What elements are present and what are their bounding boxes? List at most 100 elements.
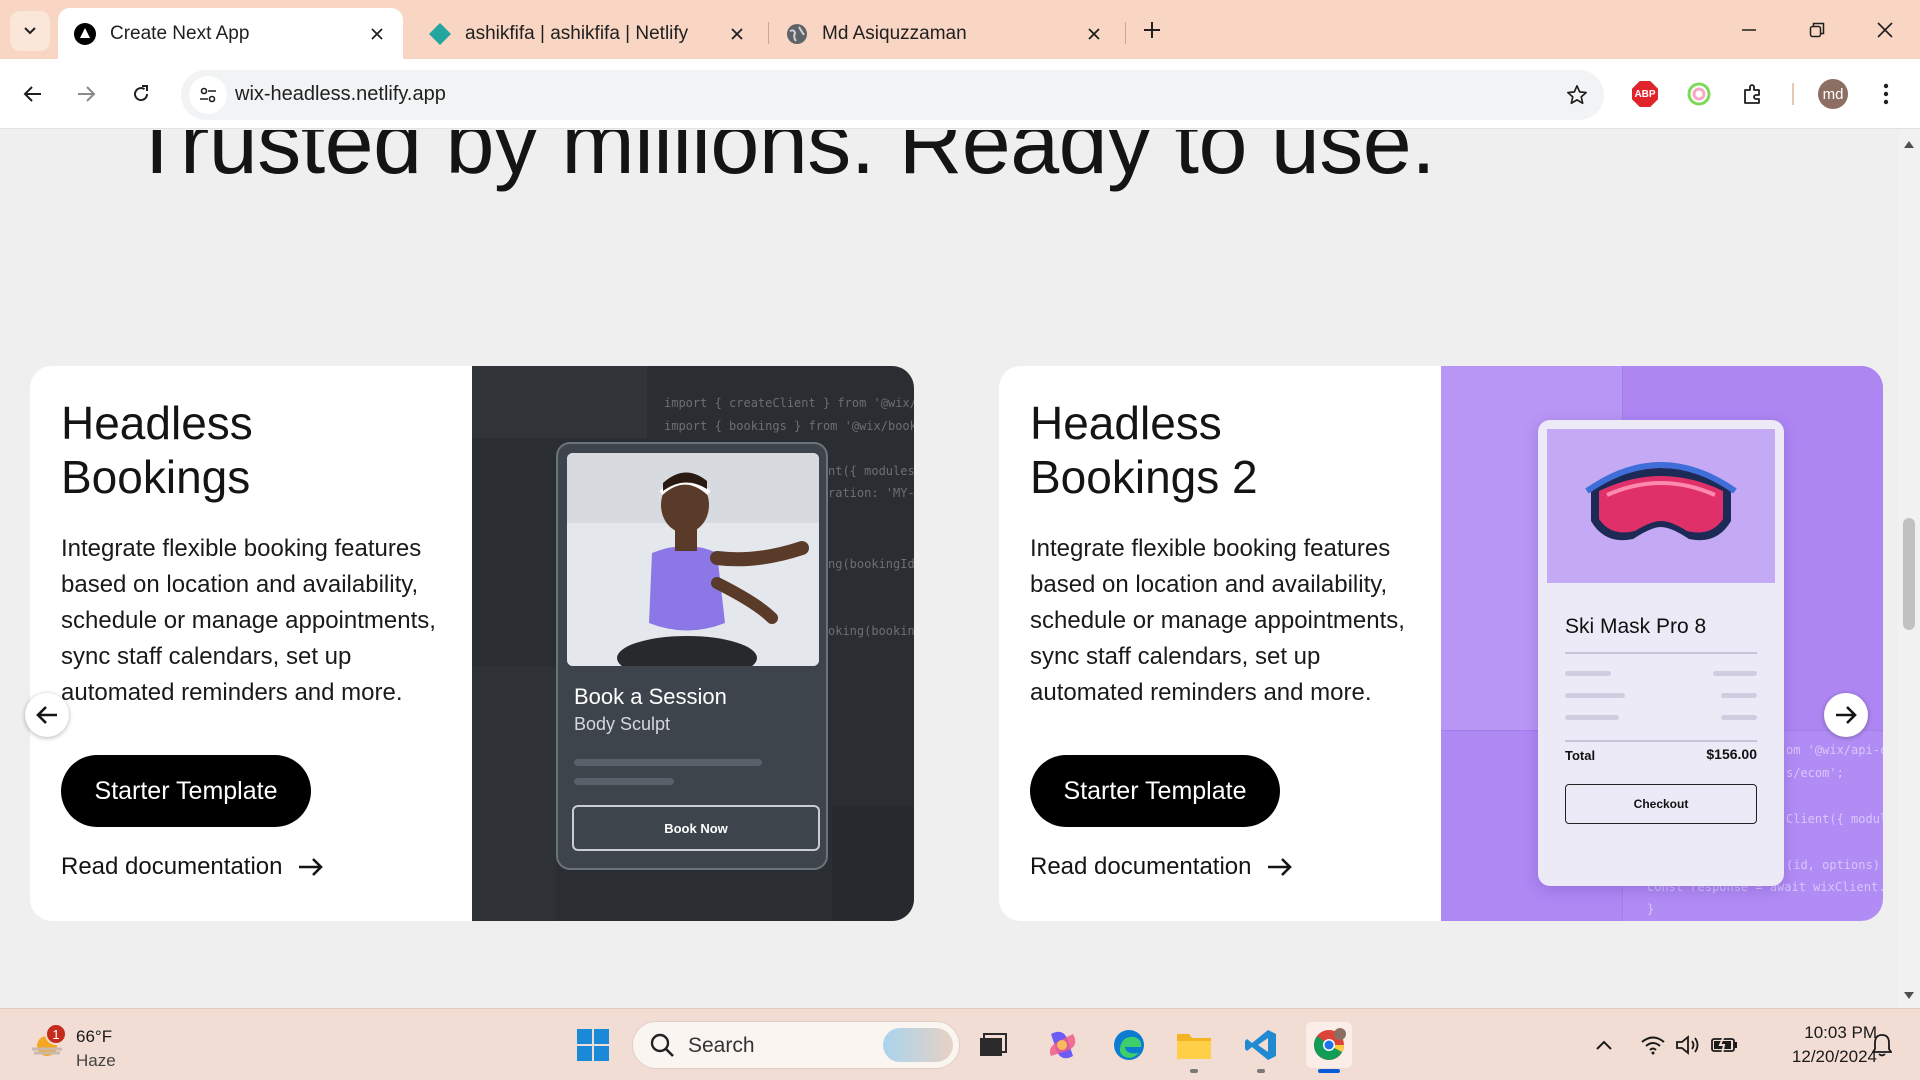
code-line: nt({ modules: { xyxy=(828,464,914,478)
template-card: Headless Bookings Integrate flexible boo… xyxy=(30,366,914,921)
link-label: Read documentation xyxy=(1030,853,1252,880)
scrollbar-thumb[interactable] xyxy=(1903,518,1915,630)
card-text: Headless Bookings 2 Integrate flexible b… xyxy=(1030,366,1430,921)
start-button[interactable] xyxy=(573,1025,613,1065)
taskbar-search[interactable]: Search xyxy=(632,1021,960,1069)
wifi-icon xyxy=(1641,1036,1665,1055)
checkout-button: Checkout xyxy=(1565,784,1757,824)
close-tab-icon[interactable] xyxy=(363,20,391,48)
code-line: (id, options) { xyxy=(1786,858,1883,872)
speaker-icon xyxy=(1676,1035,1699,1055)
new-tab-button[interactable] xyxy=(1136,14,1168,46)
clock-date: 12/20/2024 xyxy=(1791,1047,1877,1066)
starter-template-button[interactable]: Starter Template xyxy=(61,755,311,827)
tab-divider xyxy=(1125,22,1126,44)
netlify-icon xyxy=(429,22,451,45)
notifications-button[interactable] xyxy=(1862,1025,1902,1065)
active-app-indicator xyxy=(1318,1069,1340,1073)
copilot-button[interactable] xyxy=(1042,1025,1082,1065)
puzzle-icon xyxy=(1744,84,1760,104)
code-line: s/ecom'; xyxy=(1786,766,1844,780)
placeholder-line xyxy=(1565,693,1625,698)
fitness-photo xyxy=(567,453,819,666)
product-title: Ski Mask Pro 8 xyxy=(1565,615,1707,638)
bg-tile xyxy=(472,366,647,438)
template-card: Headless Bookings 2 Integrate flexible b… xyxy=(999,366,1883,921)
placeholder-line xyxy=(1565,671,1611,676)
arrow-right-icon xyxy=(78,86,96,102)
close-window-button[interactable] xyxy=(1860,8,1910,52)
weather-widget[interactable]: 1 66°F Haze xyxy=(28,1021,138,1071)
forward-button[interactable] xyxy=(67,75,105,113)
link-label: Read documentation xyxy=(61,853,283,880)
back-button[interactable] xyxy=(14,75,52,113)
close-tab-icon[interactable] xyxy=(723,20,751,48)
task-view-button[interactable] xyxy=(973,1025,1013,1065)
browser-toolbar: wix-headless.netlify.app ABP md xyxy=(0,59,1920,129)
wifi-button[interactable] xyxy=(1633,1025,1673,1065)
weather-temp: 66°F xyxy=(76,1027,113,1046)
placeholder-line xyxy=(1713,671,1757,676)
volume-button[interactable] xyxy=(1668,1025,1708,1065)
tab-divider xyxy=(768,22,769,44)
color-extension[interactable] xyxy=(1681,76,1717,112)
profile-button[interactable]: md xyxy=(1815,76,1851,112)
scroll-up-icon[interactable] xyxy=(1903,138,1915,150)
placeholder-bar xyxy=(574,778,674,785)
total-label: Total xyxy=(1565,748,1596,763)
tab-md-asiquzzaman[interactable]: Md Asiquzzaman xyxy=(770,8,1120,59)
abp-icon: ABP xyxy=(1632,81,1658,107)
close-tab-icon[interactable] xyxy=(1080,20,1108,48)
read-documentation-link[interactable]: Read documentation xyxy=(1030,853,1293,881)
reload-button[interactable] xyxy=(122,75,160,113)
code-line: om '@wix/api-cli xyxy=(1786,743,1883,757)
profile-initials: md xyxy=(1822,85,1844,103)
tab-create-next-app[interactable]: Create Next App xyxy=(58,8,403,59)
browser-menu-button[interactable] xyxy=(1868,76,1904,112)
page-viewport: Trusted by millions. Ready to use. Headl… xyxy=(0,130,1898,1008)
system-clock[interactable]: 10:03 PM 12/20/2024 xyxy=(1757,1021,1877,1069)
booking-mock-card: Book a Session Body Sculpt Book Now xyxy=(556,442,828,870)
site-info-button[interactable] xyxy=(189,76,227,114)
adblock-plus-extension[interactable]: ABP xyxy=(1627,76,1663,112)
carousel-prev-button[interactable] xyxy=(25,693,69,737)
tab-search-button[interactable] xyxy=(10,11,50,51)
edge-icon xyxy=(1114,1030,1144,1060)
battery-charging-icon xyxy=(1711,1036,1737,1054)
vscode-button[interactable] xyxy=(1241,1025,1281,1065)
edge-button[interactable] xyxy=(1109,1025,1149,1065)
carousel-next-button[interactable] xyxy=(1824,693,1868,737)
reload-icon xyxy=(134,85,149,102)
show-hidden-icons-button[interactable] xyxy=(1584,1025,1624,1065)
card-description: Integrate flexible booking features base… xyxy=(61,535,436,706)
vscode-icon xyxy=(1245,1030,1276,1060)
read-documentation-link[interactable]: Read documentation xyxy=(61,853,324,881)
minimize-icon xyxy=(1742,29,1756,31)
starter-template-button[interactable]: Starter Template xyxy=(1030,755,1280,827)
scroll-down-icon[interactable] xyxy=(1903,990,1915,1002)
chevron-down-icon xyxy=(24,27,36,35)
total-price: $156.00 xyxy=(1706,746,1757,762)
battery-button[interactable] xyxy=(1705,1025,1745,1065)
running-indicator xyxy=(1257,1069,1265,1073)
tab-netlify[interactable]: ashikfifa | ashikfifa | Netlify xyxy=(413,8,763,59)
mock-subtitle: Body Sculpt xyxy=(574,714,671,734)
file-explorer-button[interactable] xyxy=(1174,1025,1214,1065)
placeholder-bar xyxy=(574,759,762,766)
folder-icon xyxy=(1177,1034,1211,1059)
bookings-preview-image: import { createClient } from '@wix/api-c… xyxy=(472,366,914,921)
extensions-button[interactable] xyxy=(1735,76,1771,112)
plus-icon xyxy=(1144,22,1160,38)
address-bar[interactable]: wix-headless.netlify.app xyxy=(181,70,1604,120)
url-text[interactable]: wix-headless.netlify.app xyxy=(235,83,446,106)
chrome-icon xyxy=(1314,1028,1346,1060)
code-line: oking(booking xyxy=(828,624,914,638)
bookmark-button[interactable] xyxy=(1564,82,1590,108)
restore-button[interactable] xyxy=(1792,8,1842,52)
minimize-button[interactable] xyxy=(1724,8,1774,52)
chrome-button[interactable] xyxy=(1306,1022,1352,1068)
code-line: ration: 'MY-TO xyxy=(828,486,914,500)
page-scrollbar[interactable] xyxy=(1898,130,1920,1008)
weather-condition: Haze xyxy=(76,1051,116,1070)
bell-icon xyxy=(1872,1034,1892,1057)
